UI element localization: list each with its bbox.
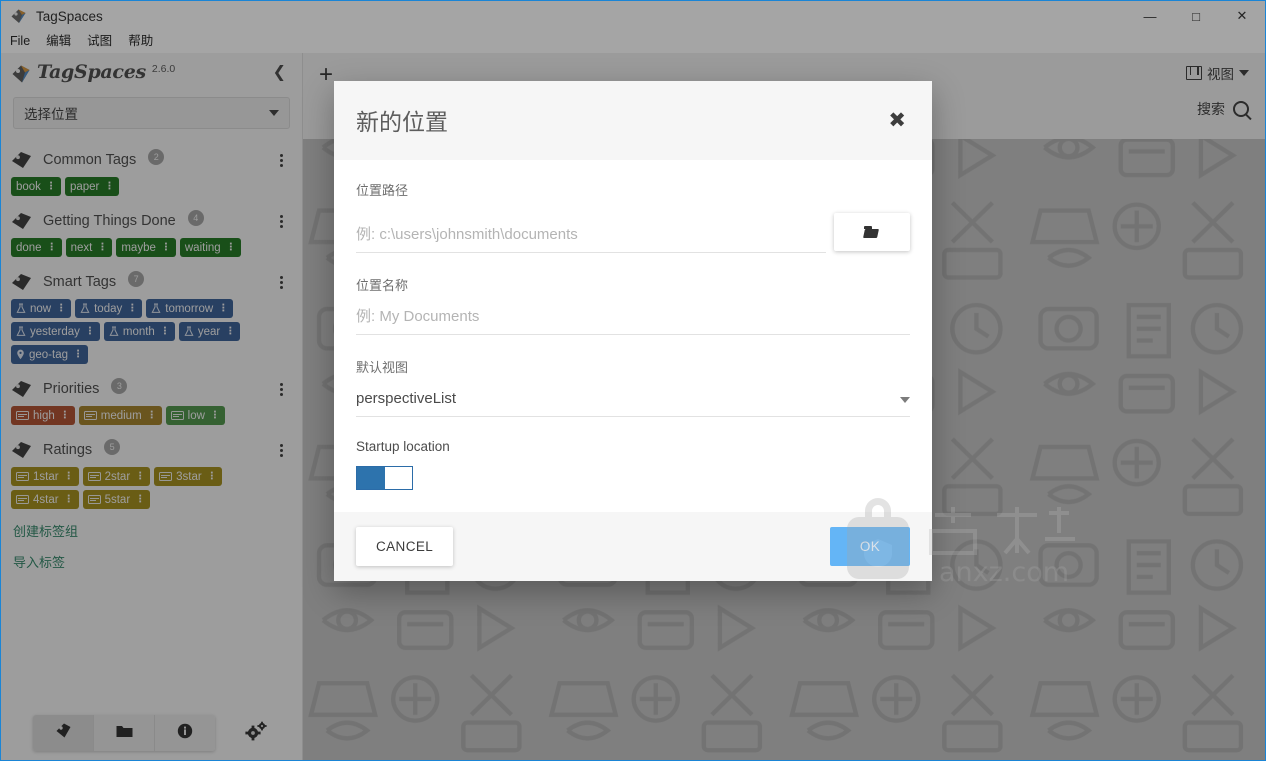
folder-open-icon xyxy=(863,225,881,238)
name-input[interactable] xyxy=(356,307,910,335)
path-input-row xyxy=(356,212,910,253)
perspective-field-label: 默认视图 xyxy=(356,359,409,375)
perspective-select[interactable]: perspectiveList xyxy=(356,390,910,417)
path-field-label: 位置路径 xyxy=(356,182,409,198)
name-field-group: 位置名称 xyxy=(356,275,910,335)
startup-toggle-group: Startup location xyxy=(356,439,910,490)
toggle-on-half xyxy=(357,466,385,489)
close-icon[interactable]: ✖ xyxy=(888,110,906,131)
chevron-down-icon xyxy=(900,396,910,403)
path-field-group: 位置路径 xyxy=(356,180,910,253)
name-field-label: 位置名称 xyxy=(356,277,409,293)
dialog-title: 新的位置 xyxy=(356,109,448,136)
path-input[interactable] xyxy=(356,225,826,253)
ok-button[interactable]: OK xyxy=(830,526,910,566)
dialog-body: anxz.com 位置路径 位置名称 默认视图 perspe xyxy=(334,160,1075,588)
dialog-header: 新的位置 ✖ xyxy=(334,81,932,160)
cancel-button[interactable]: CANCEL xyxy=(356,526,454,566)
application-window: TagSpaces — □ ✕ File 编辑 试图 帮助 TagSpaces … xyxy=(0,0,1266,761)
new-location-dialog: 新的位置 ✖ anxz.com 位置路径 例: c:\users\johnsmi… xyxy=(334,81,1075,588)
browse-folder-button[interactable] xyxy=(834,212,910,251)
toggle-off-half xyxy=(384,466,412,489)
dialog-footer: CANCEL OK xyxy=(334,511,932,581)
perspective-value: perspectiveList xyxy=(356,389,457,407)
perspective-field-group: 默认视图 perspectiveList xyxy=(356,357,910,417)
startup-location-toggle[interactable] xyxy=(356,465,413,490)
startup-toggle-label: Startup location xyxy=(356,438,450,454)
